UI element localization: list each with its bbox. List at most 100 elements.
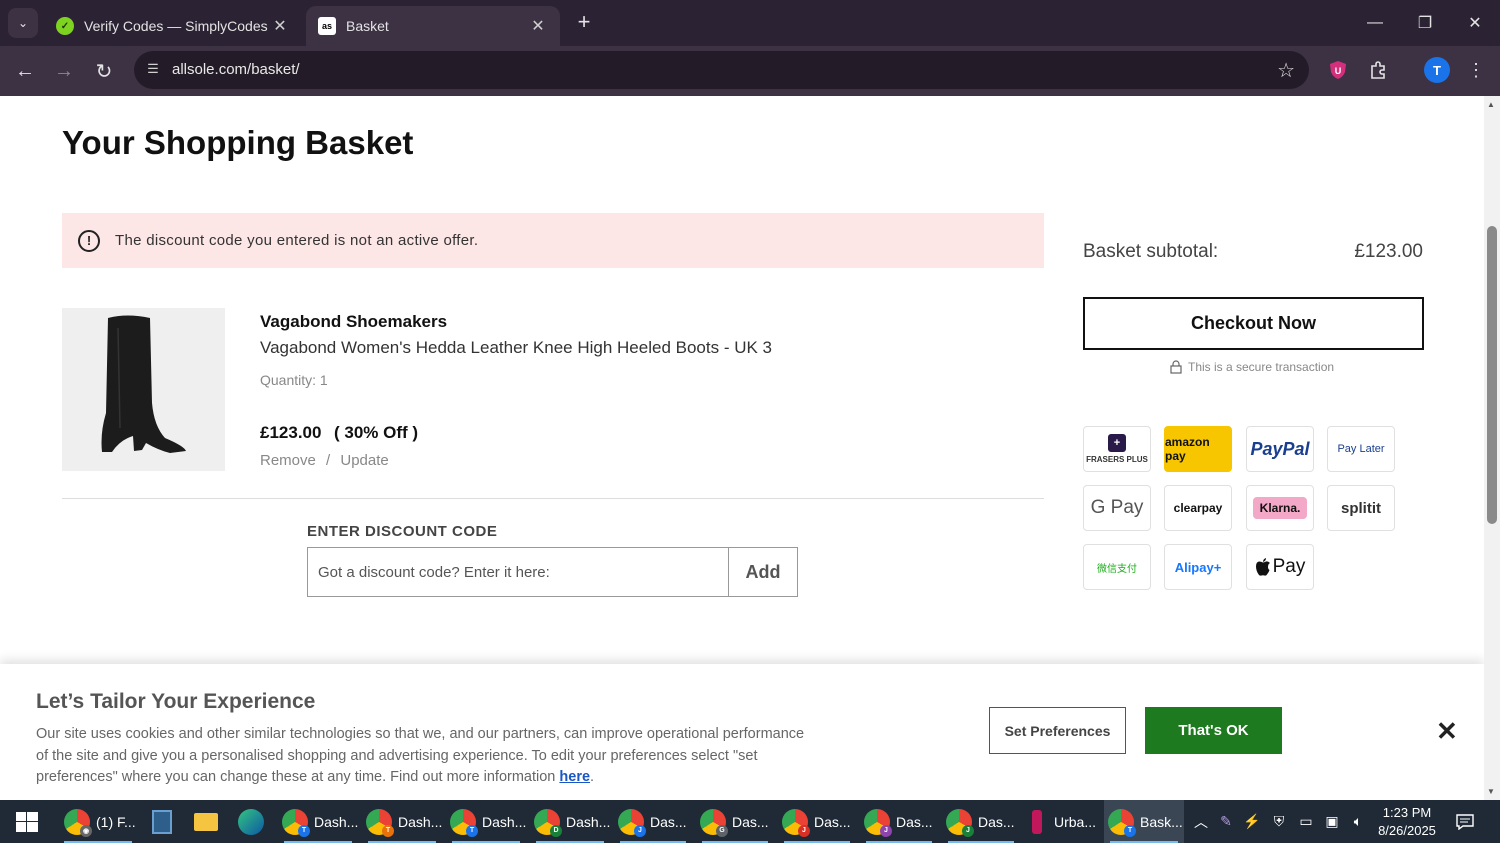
- bookmark-star-icon[interactable]: ☆: [1277, 58, 1295, 83]
- chrome-icon: G: [700, 808, 728, 837]
- file-explorer-icon[interactable]: [190, 800, 224, 843]
- svg-text:U: U: [1335, 66, 1342, 76]
- calculator-icon[interactable]: [146, 800, 180, 843]
- restore-button[interactable]: ❐: [1400, 0, 1450, 46]
- splitit-logo: splitit: [1327, 485, 1395, 531]
- remove-link[interactable]: Remove: [260, 452, 316, 469]
- apple-pay-logo: Pay: [1246, 544, 1314, 590]
- close-tab-icon[interactable]: ✕: [270, 16, 290, 36]
- back-button[interactable]: ←: [10, 56, 40, 86]
- taskbar-chrome-4[interactable]: T Dash...: [446, 800, 526, 843]
- chrome-icon: J: [946, 808, 974, 837]
- notifications-icon[interactable]: [1452, 800, 1478, 843]
- taskbar-chrome-9[interactable]: J Das...: [860, 800, 938, 843]
- accept-cookies-button[interactable]: That's OK: [1145, 707, 1282, 754]
- battery-icon[interactable]: ▭: [1294, 800, 1318, 843]
- scroll-down-icon[interactable]: ▼: [1487, 787, 1495, 796]
- extensions-puzzle-icon[interactable]: [1366, 58, 1390, 82]
- taskbar-urban-app[interactable]: Urba...: [1024, 800, 1102, 843]
- taskbar-chrome-8[interactable]: J Das...: [778, 800, 856, 843]
- close-window-button[interactable]: ✕: [1450, 0, 1500, 46]
- taskbar-label: Bask...: [1140, 813, 1183, 830]
- taskbar-chrome-10[interactable]: J Das...: [942, 800, 1020, 843]
- add-discount-button[interactable]: Add: [728, 547, 798, 597]
- google-pay-logo: G Pay: [1083, 485, 1151, 531]
- alert-circle-icon: !: [78, 229, 100, 252]
- taskbar-chrome-5[interactable]: D Dash...: [530, 800, 610, 843]
- frasers-plus-logo: + FRASERS PLUS: [1083, 426, 1151, 472]
- product-image[interactable]: [62, 308, 225, 471]
- taskbar-chrome-7[interactable]: G Das...: [696, 800, 774, 843]
- taskbar-chrome-3[interactable]: T Dash...: [362, 800, 442, 843]
- clearpay-logo: clearpay: [1164, 485, 1232, 531]
- allsole-favicon-icon: as: [318, 17, 336, 35]
- address-bar[interactable]: ☰ allsole.com/basket/ ☆: [134, 51, 1309, 89]
- tab-search-button[interactable]: ⌄: [8, 8, 38, 38]
- scroll-up-icon[interactable]: ▲: [1487, 100, 1495, 109]
- chrome-icon: T: [282, 808, 310, 837]
- new-tab-button[interactable]: +: [570, 8, 598, 36]
- edge-icon[interactable]: [234, 800, 268, 843]
- chrome-icon: D: [534, 808, 562, 837]
- item-actions: Remove / Update: [260, 452, 389, 469]
- klarna-label: Klarna.: [1252, 497, 1308, 519]
- tab-simplycodes[interactable]: ✓ Verify Codes — SimplyCodes ✕: [44, 6, 302, 46]
- tab-basket[interactable]: as Basket ✕: [306, 6, 560, 46]
- show-hidden-icons-chevron-icon[interactable]: ︿: [1190, 800, 1212, 843]
- wechat-pay-logo: 微信支付: [1083, 544, 1151, 590]
- cookie-more-info-link[interactable]: here: [559, 769, 590, 785]
- error-alert: ! The discount code you entered is not a…: [62, 213, 1044, 268]
- taskbar-label: Dash...: [398, 813, 443, 830]
- taskbar-label: Urba...: [1054, 813, 1097, 830]
- taskbar-label: Dash...: [482, 813, 527, 830]
- basket-page: Your Shopping Basket ! The discount code…: [0, 96, 1484, 800]
- close-tab-icon[interactable]: ✕: [528, 16, 548, 36]
- product-name[interactable]: Vagabond Women's Hedda Leather Knee High…: [260, 338, 772, 358]
- clock-time: 1:23 PM: [1382, 805, 1432, 820]
- taskbar-chrome-basket[interactable]: T Bask...: [1104, 800, 1184, 843]
- forward-button[interactable]: →: [49, 56, 79, 86]
- taskbar-label: Das...: [814, 813, 851, 830]
- taskbar-label: Dash...: [566, 813, 611, 830]
- windows-taskbar: ◉ (1) F... T Dash... T Dash... T Dash...…: [0, 800, 1500, 843]
- taskbar-chrome-6[interactable]: J Das...: [614, 800, 692, 843]
- network-app-icon[interactable]: ⚡: [1240, 800, 1264, 843]
- page-scrollbar[interactable]: ▲ ▼: [1484, 96, 1500, 800]
- security-shield-icon[interactable]: ⛨: [1266, 800, 1292, 843]
- close-banner-icon[interactable]: ✕: [1436, 716, 1458, 747]
- paypal-logo: PayPal: [1246, 426, 1314, 472]
- taskbar-chrome-2[interactable]: T Dash...: [278, 800, 358, 843]
- chrome-icon: J: [618, 808, 646, 837]
- minimize-button[interactable]: —: [1350, 0, 1400, 46]
- pen-icon[interactable]: ✎: [1214, 800, 1238, 843]
- clock-date: 8/26/2025: [1378, 823, 1436, 838]
- secure-note: This is a secure transaction: [1170, 360, 1334, 374]
- set-preferences-button[interactable]: Set Preferences: [989, 707, 1126, 754]
- ublock-extension-icon[interactable]: U: [1326, 58, 1350, 82]
- taskbar-label: Das...: [978, 813, 1015, 830]
- system-clock[interactable]: 1:23 PM 8/26/2025: [1372, 804, 1442, 840]
- display-icon[interactable]: ▣: [1320, 800, 1344, 843]
- cookie-body: Our site uses cookies and other similar …: [36, 726, 805, 785]
- reload-button[interactable]: ↻: [89, 56, 119, 86]
- update-link[interactable]: Update: [340, 452, 388, 469]
- discount-code-input[interactable]: Got a discount code? Enter it here:: [307, 547, 729, 597]
- subtotal-label: Basket subtotal:: [1083, 241, 1219, 262]
- profile-avatar[interactable]: T: [1424, 57, 1450, 83]
- windows-start-icon[interactable]: [16, 812, 38, 832]
- pay-label: FRASERS PLUS: [1086, 455, 1148, 464]
- checkout-button[interactable]: Checkout Now: [1083, 297, 1424, 350]
- simplycodes-favicon-icon: ✓: [56, 17, 74, 35]
- taskbar-chrome-1[interactable]: ◉ (1) F...: [58, 800, 138, 843]
- browser-menu-icon[interactable]: ⋮: [1464, 58, 1488, 82]
- tab-strip: ⌄ ✓ Verify Codes — SimplyCodes ✕ as Bask…: [0, 0, 1500, 46]
- paypal-pay-later-logo: Pay Later: [1327, 426, 1395, 472]
- klarna-logo: Klarna.: [1246, 485, 1314, 531]
- frasers-plus-icon: +: [1108, 434, 1126, 452]
- product-brand[interactable]: Vagabond Shoemakers: [260, 312, 447, 332]
- amazon-pay-logo: amazon pay: [1164, 426, 1232, 472]
- site-info-icon[interactable]: ☰: [144, 61, 162, 79]
- volume-icon[interactable]: 🔈︎: [1346, 800, 1370, 843]
- subtotal-value: £123.00: [1354, 241, 1423, 262]
- scrollbar-thumb[interactable]: [1487, 226, 1497, 524]
